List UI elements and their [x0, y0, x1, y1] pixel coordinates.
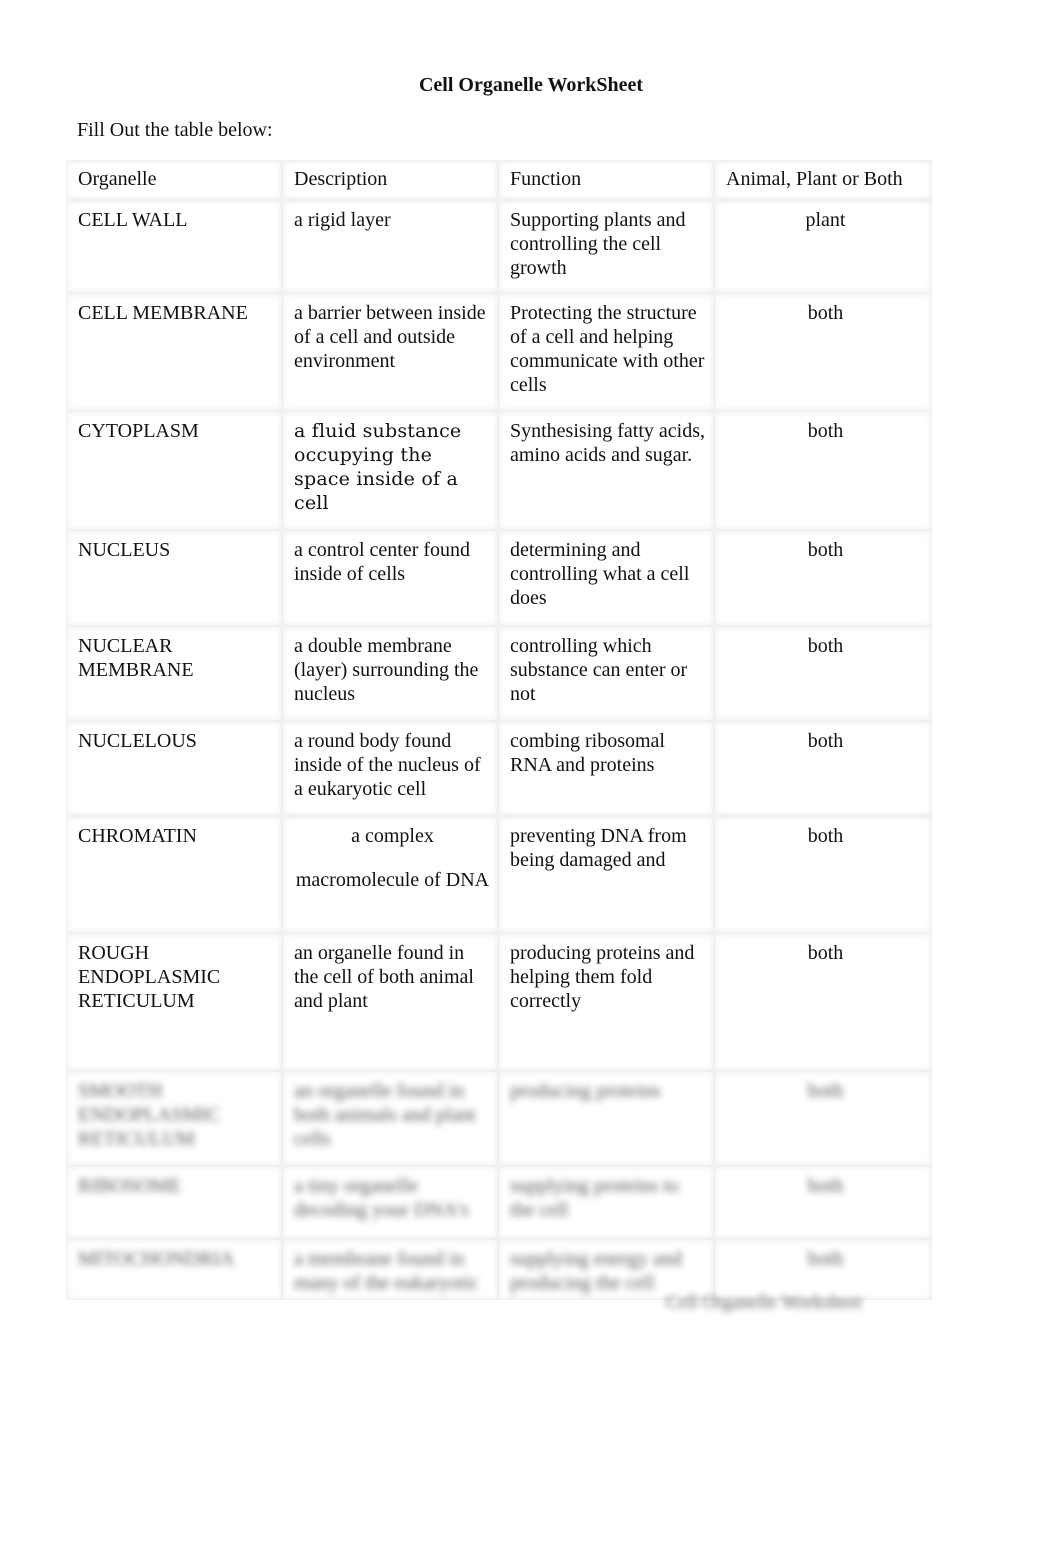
description-cell[interactable]: a control center found inside of cells — [282, 530, 498, 626]
type-cell[interactable]: both — [714, 1239, 932, 1300]
description-cell[interactable]: an organelle found in both animals and p… — [282, 1071, 498, 1166]
function-cell[interactable]: supplying proteins to the cell — [498, 1166, 714, 1239]
organelle-cell[interactable]: NUCLELOUS — [66, 721, 282, 816]
type-cell[interactable]: both — [714, 530, 932, 626]
cell-text: both — [807, 1248, 844, 1270]
table-row: RIBOSOME a tiny organelle decoding your … — [66, 1166, 932, 1239]
function-cell[interactable]: Supporting plants and controlling the ce… — [498, 200, 714, 293]
type-cell[interactable]: plant — [714, 200, 932, 293]
header-function: Function — [498, 160, 714, 200]
table-row: MITOCHONDRIA a membrane found in many of… — [66, 1239, 932, 1300]
organelle-cell[interactable]: NUCLEUS — [66, 530, 282, 626]
description-cell[interactable]: a barrier between inside of a cell and o… — [282, 293, 498, 411]
description-cell[interactable]: a fluid substance occupying the space in… — [282, 411, 498, 530]
header-description: Description — [282, 160, 498, 200]
organelle-cell[interactable]: CHROMATIN — [66, 816, 282, 933]
type-cell[interactable]: both — [714, 293, 932, 411]
table-row: NUCLEAR MEMBRANE a double membrane (laye… — [66, 626, 932, 721]
organelle-cell[interactable]: CELL MEMBRANE — [66, 293, 282, 411]
type-cell[interactable]: both — [714, 1071, 932, 1166]
cell-text: an organelle found in both animals and p… — [294, 1080, 476, 1150]
function-cell[interactable]: supplying energy and producing the cell — [498, 1239, 714, 1300]
description-cell[interactable]: a tiny organelle decoding your DNA's — [282, 1166, 498, 1239]
type-cell[interactable]: both — [714, 411, 932, 530]
organelle-cell[interactable]: ROUGH ENDOPLASMIC RETICULUM — [66, 933, 282, 1071]
function-cell[interactable]: Synthesising fatty acids, amino acids an… — [498, 411, 714, 530]
function-cell[interactable]: Protecting the structure of a cell and h… — [498, 293, 714, 411]
function-cell[interactable]: determining and controlling what a cell … — [498, 530, 714, 626]
table-row: NUCLEUS a control center found inside of… — [66, 530, 932, 626]
cell-text: both — [807, 1080, 844, 1102]
description-cell[interactable]: a round body found inside of the nucleus… — [282, 721, 498, 816]
organelle-cell[interactable]: MITOCHONDRIA — [66, 1239, 282, 1300]
cell-text: RIBOSOME — [78, 1175, 182, 1197]
type-cell[interactable]: both — [714, 626, 932, 721]
cell-text: SMOOTH ENDOPLASMIC RETICULUM — [78, 1080, 221, 1150]
type-cell[interactable]: both — [714, 816, 932, 933]
cell-text: a membrane found in many of the eukaryot… — [294, 1248, 479, 1294]
description-line: a complex — [351, 825, 434, 847]
description-cell[interactable]: a double membrane (layer) surrounding th… — [282, 626, 498, 721]
description-cell[interactable]: a membrane found in many of the eukaryot… — [282, 1239, 498, 1300]
table-row: SMOOTH ENDOPLASMIC RETICULUM an organell… — [66, 1071, 932, 1166]
function-cell[interactable]: producing proteins — [498, 1071, 714, 1166]
type-cell[interactable]: both — [714, 933, 932, 1071]
organelle-cell[interactable]: SMOOTH ENDOPLASMIC RETICULUM — [66, 1071, 282, 1166]
organelle-table-container: Organelle Description Function Animal, P… — [66, 160, 932, 1300]
table-row: NUCLELOUS a round body found inside of t… — [66, 721, 932, 816]
cell-text: supplying energy and producing the cell — [510, 1248, 682, 1294]
type-cell[interactable]: both — [714, 721, 932, 816]
organelle-cell[interactable]: NUCLEAR MEMBRANE — [66, 626, 282, 721]
description-cell[interactable]: a complex macromolecule of DNA — [282, 816, 498, 933]
type-cell[interactable]: both — [714, 1166, 932, 1239]
function-cell[interactable]: producing proteins and helping them fold… — [498, 933, 714, 1071]
table-row: CELL WALL a rigid layer Supporting plant… — [66, 200, 932, 293]
header-type: Animal, Plant or Both — [714, 160, 932, 200]
instructions-text: Fill Out the table below: — [77, 119, 273, 141]
organelle-cell[interactable]: RIBOSOME — [66, 1166, 282, 1239]
worksheet-title: Cell Organelle WorkSheet — [418, 74, 644, 96]
description-cell[interactable]: a rigid layer — [282, 200, 498, 293]
table-row: CELL MEMBRANE a barrier between inside o… — [66, 293, 932, 411]
cell-text: supplying proteins to the cell — [510, 1175, 679, 1221]
cell-text: a tiny organelle decoding your DNA's — [294, 1175, 469, 1221]
cell-text: both — [807, 1175, 844, 1197]
page-footer: Cell Organelle Worksheet — [666, 1292, 863, 1313]
cell-text: producing proteins — [510, 1080, 661, 1102]
table-header-row: Organelle Description Function Animal, P… — [66, 160, 932, 200]
function-cell[interactable]: preventing DNA from being damaged and — [498, 816, 714, 933]
table-row: ROUGH ENDOPLASMIC RETICULUM an organelle… — [66, 933, 932, 1071]
function-cell[interactable]: combing ribosomal RNA and proteins — [498, 721, 714, 816]
description-line: macromolecule of DNA — [295, 869, 490, 891]
cell-text: MITOCHONDRIA — [78, 1248, 235, 1270]
header-organelle: Organelle — [66, 160, 282, 200]
function-cell[interactable]: controlling which substance can enter or… — [498, 626, 714, 721]
description-cell[interactable]: an organelle found in the cell of both a… — [282, 933, 498, 1071]
organelle-cell[interactable]: CYTOPLASM — [66, 411, 282, 530]
table-row: CHROMATIN a complex macromolecule of DNA… — [66, 816, 932, 933]
organelle-table: Organelle Description Function Animal, P… — [66, 160, 932, 1300]
table-row: CYTOPLASM a fluid substance occupying th… — [66, 411, 932, 530]
organelle-cell[interactable]: CELL WALL — [66, 200, 282, 293]
